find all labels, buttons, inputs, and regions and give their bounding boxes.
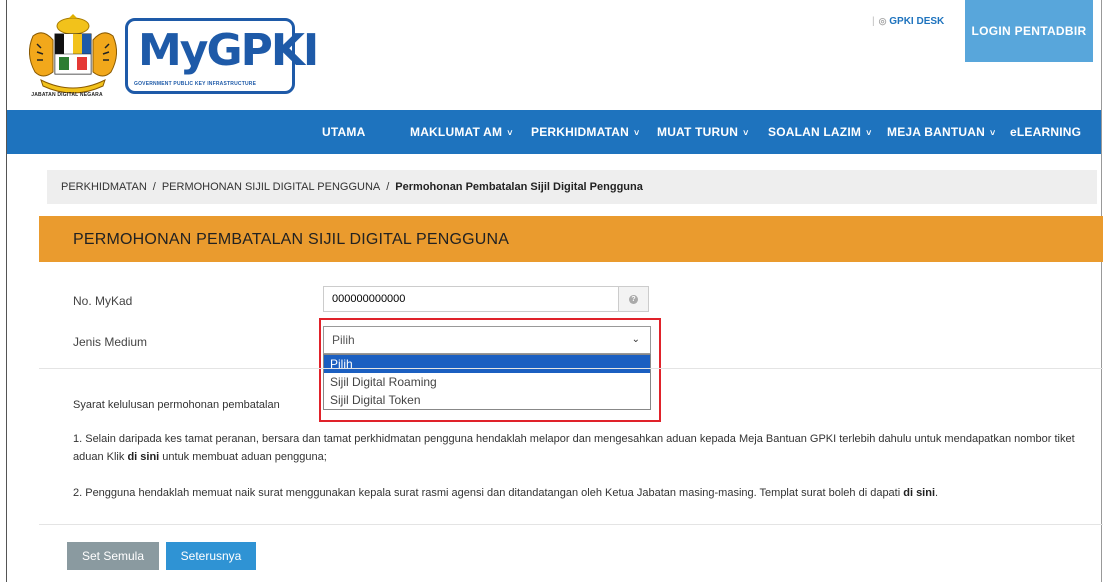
breadcrumb-separator: /	[152, 181, 156, 193]
breadcrumb-item-permohonan[interactable]: PERMOHONAN SIJIL DIGITAL PENGGUNA	[162, 181, 380, 193]
chevron-down-icon: ˅	[989, 128, 996, 138]
section-divider	[39, 368, 1103, 369]
complaint-link[interactable]: di sini	[127, 451, 159, 463]
nav-item-perkhidmatan[interactable]: PERKHIDMATAN ˅	[531, 110, 639, 154]
chevron-down-icon: ˅	[507, 128, 513, 138]
top-link-separator: |	[872, 16, 875, 27]
mykad-label: No. MyKad	[73, 294, 133, 308]
nav-item-utama[interactable]: UTAMA	[322, 110, 365, 154]
logo-subtitle: GOVERNMENT PUBLIC KEY INFRASTRUCTURE	[134, 81, 257, 87]
crest-caption: JABATAN DIGITAL NEGARA	[31, 92, 103, 98]
requirements-heading: Syarat kelulusan permohonan pembatalan	[73, 399, 280, 411]
breadcrumb-separator: /	[386, 181, 390, 193]
requirement-item-1: 1. Selain daripada kes tamat peranan, be…	[73, 433, 1075, 463]
section-divider	[39, 524, 1103, 525]
nav-item-maklumat-am[interactable]: MAKLUMAT AM ˅	[410, 110, 513, 154]
next-button[interactable]: Seterusnya	[166, 542, 256, 570]
nav-item-muat-turun[interactable]: MUAT TURUN ˅	[657, 110, 749, 154]
top-links: | ◎ GPKI DESK	[872, 16, 944, 27]
help-addon[interactable]: ?	[619, 286, 649, 312]
site-header: JABATAN DIGITAL NEGARA MyGPKI GOVERNMENT…	[7, 0, 1101, 110]
reset-button[interactable]: Set Semula	[67, 542, 159, 570]
template-link[interactable]: di sini	[903, 487, 935, 499]
jata-negara-crest-icon	[23, 14, 123, 100]
page-frame: JABATAN DIGITAL NEGARA MyGPKI GOVERNMENT…	[6, 0, 1103, 582]
breadcrumb-item-perkhidmatan[interactable]: PERKHIDMATAN	[61, 181, 147, 193]
nav-item-elearning[interactable]: eLEARNING	[1010, 110, 1081, 154]
mykad-input[interactable]: 000000000000	[323, 286, 619, 312]
gpki-desk-link[interactable]: GPKI DESK	[889, 16, 944, 27]
mygpki-logo[interactable]: MyGPKI GOVERNMENT PUBLIC KEY INFRASTRUCT…	[125, 18, 319, 94]
question-icon: ?	[629, 294, 638, 304]
nav-item-soalan-lazim[interactable]: SOALAN LAZIM ˅	[768, 110, 872, 154]
chevron-down-icon: ˅	[633, 128, 640, 138]
breadcrumb-current: Permohonan Pembatalan Sijil Digital Peng…	[395, 181, 643, 193]
chevron-down-icon: ˅	[743, 128, 749, 138]
login-admin-button[interactable]: LOGIN PENTADBIR	[965, 0, 1093, 62]
globe-icon: ◎	[878, 16, 887, 26]
requirement-item-2: 2. Pengguna hendaklah memuat naik surat …	[73, 487, 939, 499]
breadcrumb: PERKHIDMATAN / PERMOHONAN SIJIL DIGITAL PE…	[47, 170, 1097, 204]
logo-text: MyGPKI	[138, 25, 319, 76]
panel-header: PERMOHONAN PEMBATALAN SIJIL DIGITAL PENG…	[39, 216, 1103, 262]
medium-label: Jenis Medium	[73, 335, 148, 349]
main-nav: UTAMA MAKLUMAT AM ˅ PERKHIDMATAN ˅ MUAT TU…	[7, 110, 1101, 154]
chevron-down-icon: ˅	[866, 128, 872, 138]
nav-item-meja-bantuan[interactable]: MEJA BANTUAN ˅	[887, 110, 995, 154]
page-title: PERMOHONAN PEMBATALAN SIJIL DIGITAL PENG…	[73, 231, 510, 248]
